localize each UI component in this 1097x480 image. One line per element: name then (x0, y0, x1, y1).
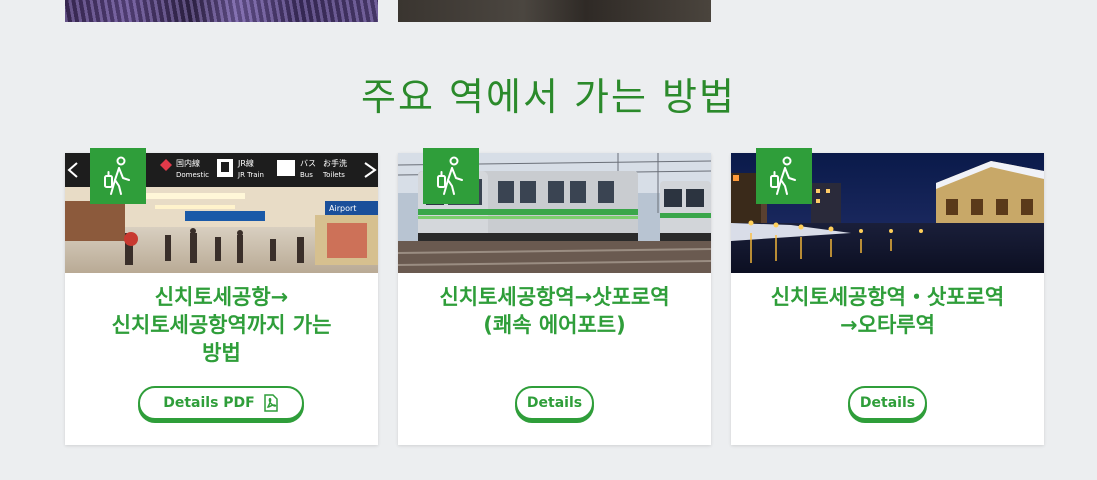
toilet-sign-jp: お手洗 (323, 158, 347, 168)
title-line: 신치토세공항역→삿포로역 (439, 285, 670, 309)
button-label: Details (526, 395, 583, 411)
lavender-field-photo[interactable] (65, 0, 378, 22)
details-pdf-button[interactable]: Details PDF (138, 386, 304, 420)
route-card-title: 신치토세공항역・삿포로역 →오타루역 (741, 283, 1034, 339)
details-button[interactable]: Details (515, 386, 594, 420)
title-line: 신치토세공항역・삿포로역 (770, 285, 1005, 309)
title-line: 신치토세공항→ (154, 285, 289, 309)
button-label: Details (859, 395, 916, 411)
walking-traveler-icon (90, 148, 146, 204)
section-title: 주요 역에서 가는 방법 (361, 75, 736, 119)
route-card-to-otaru: 신치토세공항역・삿포로역 →오타루역 Details (731, 148, 1044, 445)
route-card-title: 신치토세공항→ 신치토세공항역까지 가는 방법 (75, 283, 368, 367)
bus-sign-en: Bus (300, 171, 313, 179)
domestic-sign-jp: 国内線 (176, 158, 200, 168)
walking-traveler-icon (756, 148, 812, 204)
jr-sign-jp: JR線 (237, 158, 254, 168)
route-card-airport-to-sapporo: 신치토세공항역→삿포로역 (쾌속 에어포트) Details (398, 148, 711, 445)
button-label: Details PDF (163, 395, 255, 411)
pdf-icon (264, 394, 278, 412)
title-line: 방법 (202, 341, 241, 365)
details-button[interactable]: Details (848, 386, 927, 420)
airport-sign: Airport (329, 204, 356, 213)
title-line: 신치토세공항역까지 가는 (111, 313, 332, 337)
walking-traveler-icon (423, 148, 479, 204)
title-line: (쾌속 에어포트) (483, 313, 626, 337)
previous-row-photo[interactable] (398, 0, 711, 22)
jr-sign-en: JR Train (237, 171, 264, 179)
route-card-airport-to-station: Airport 国内線 Domestic JR線 JR Train バス Bus… (65, 148, 378, 445)
toilet-sign-en: Toilets (322, 171, 345, 179)
route-card-title: 신치토세공항역→삿포로역 (쾌속 에어포트) (408, 283, 701, 339)
bus-sign-jp: バス (300, 159, 316, 168)
title-line: →오타루역 (840, 313, 935, 337)
domestic-sign-en: Domestic (176, 171, 209, 179)
page: 주요 역에서 가는 방법 Airport 国内線 Domestic JR線 JR… (0, 0, 1097, 480)
